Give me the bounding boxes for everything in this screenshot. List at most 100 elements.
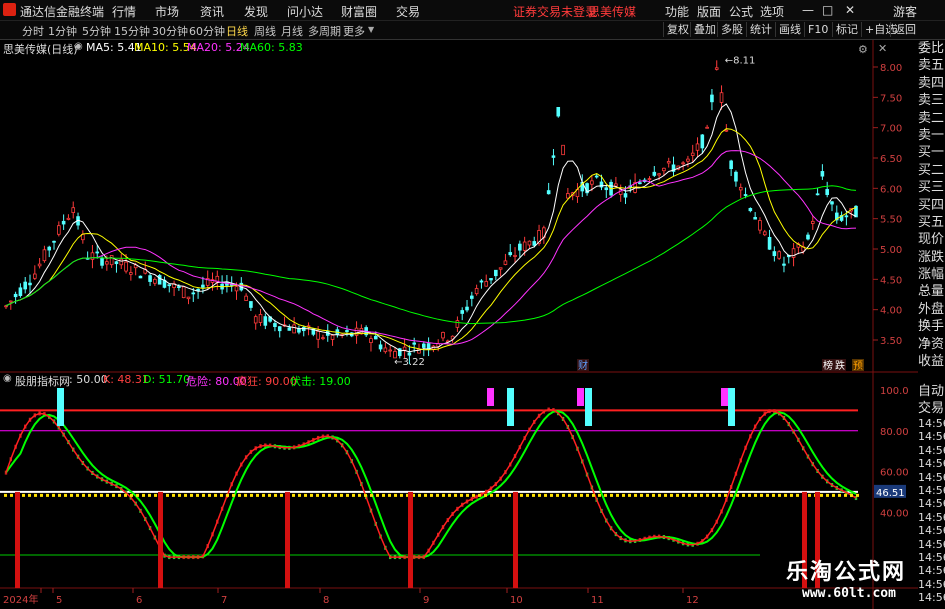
band-dot xyxy=(154,493,157,497)
side-lower-item-2[interactable]: 14:56 xyxy=(918,417,945,430)
tab-monthly[interactable]: 月线 xyxy=(281,23,303,39)
btn-duogu[interactable]: 多股 xyxy=(717,22,746,37)
tab-daily[interactable]: 日线 xyxy=(226,23,248,39)
side-lower-item-0[interactable]: 自动 xyxy=(918,383,945,400)
side-label-2[interactable]: 卖四 xyxy=(918,75,945,92)
side-label-15[interactable]: 外盘 xyxy=(918,301,945,318)
band-dot xyxy=(70,493,73,497)
ma10-line xyxy=(5,128,857,351)
tab-15min[interactable]: 15分钟 xyxy=(114,23,150,39)
side-label-16[interactable]: 换手 xyxy=(918,318,945,335)
side-lower-item-3[interactable]: 14:56 xyxy=(918,430,945,443)
event-mark-bang[interactable]: 榜 xyxy=(823,359,833,372)
login-notice[interactable]: 证券交易未登录 xyxy=(513,3,597,20)
menu-jiaoyi[interactable]: 交易 xyxy=(396,3,420,20)
settings-icon[interactable]: ◉ xyxy=(74,41,83,52)
event-mark-cai[interactable]: 财 xyxy=(578,359,588,372)
side-label-5[interactable]: 卖一 xyxy=(918,127,945,144)
menu-shichang[interactable]: 市场 xyxy=(155,3,179,20)
kline-chart[interactable]: 8.00 7.50 7.00 6.50 6.00 5.50 5.00 4.50 4.00 3.50… xyxy=(0,40,918,609)
btn-fuquan[interactable]: 复权 xyxy=(663,22,692,37)
btn-back[interactable]: 返回 xyxy=(890,22,919,37)
indicator-settings-icon[interactable]: ◉ xyxy=(3,373,12,384)
side-label-3[interactable]: 卖三 xyxy=(918,92,945,109)
btn-huaxian[interactable]: 画线 xyxy=(775,22,804,37)
menu-caifuquan[interactable]: 财富圈 xyxy=(341,3,377,20)
tab-30min[interactable]: 30分钟 xyxy=(152,23,188,39)
candle-body xyxy=(124,261,128,272)
side-label-9[interactable]: 买四 xyxy=(918,197,945,214)
tab-multi-period[interactable]: 多周期 xyxy=(308,23,341,39)
candle-body xyxy=(4,305,8,308)
candle-body xyxy=(100,257,104,266)
event-mark-die[interactable]: 跌 xyxy=(835,359,845,372)
close-icon[interactable]: ✕ xyxy=(845,3,855,17)
menu-faxian[interactable]: 发现 xyxy=(244,3,268,20)
minimize-icon[interactable]: — xyxy=(802,3,814,17)
band-dot xyxy=(598,493,601,497)
chart-close-icon[interactable]: ✕ xyxy=(878,42,887,55)
menu-hangqing[interactable]: 行情 xyxy=(112,3,136,20)
band-dot xyxy=(400,493,403,497)
menu-banmian[interactable]: 版面 xyxy=(697,3,721,20)
menu-gongshi[interactable]: 公式 xyxy=(729,3,753,20)
tab-5min[interactable]: 5分钟 xyxy=(82,23,111,39)
side-label-18[interactable]: 收益 xyxy=(918,353,945,370)
btn-biaoji[interactable]: 标记 xyxy=(832,22,861,37)
side-lower-item-8[interactable]: 14:56 xyxy=(918,497,945,510)
menu-xuanxiang[interactable]: 选项 xyxy=(760,3,784,20)
band-dot xyxy=(442,493,445,497)
chart-settings-icon[interactable]: ⚙ xyxy=(858,43,868,56)
band-dot xyxy=(394,493,397,497)
candle-body xyxy=(369,338,373,343)
side-lower-item-11[interactable]: 14:56 xyxy=(918,538,945,551)
side-lower-item-5[interactable]: 14:56 xyxy=(918,457,945,470)
side-lower-item-6[interactable]: 14:56 xyxy=(918,471,945,484)
guest-label[interactable]: 游客 xyxy=(893,3,917,20)
candle-body xyxy=(700,134,705,149)
side-label-17[interactable]: 净资 xyxy=(918,336,945,353)
candle-body xyxy=(455,320,460,328)
side-label-1[interactable]: 卖五 xyxy=(918,57,945,74)
btn-f10[interactable]: F10 xyxy=(804,22,831,37)
side-label-4[interactable]: 卖二 xyxy=(918,110,945,127)
band-dot xyxy=(670,493,673,497)
tab-1min[interactable]: 1分钟 xyxy=(48,23,77,39)
side-label-13[interactable]: 涨幅 xyxy=(918,266,945,283)
tab-more[interactable]: 更多 xyxy=(343,23,365,39)
side-label-12[interactable]: 涨跌 xyxy=(918,249,945,266)
band-dot xyxy=(688,493,691,497)
side-lower-item-9[interactable]: 14:56 xyxy=(918,511,945,524)
maximize-icon[interactable]: □ xyxy=(822,3,833,17)
menu-wenxiaoda[interactable]: 问小达 xyxy=(287,3,323,20)
candle-body xyxy=(321,337,325,340)
side-lower-item-1[interactable]: 交易 xyxy=(918,400,945,417)
side-label-8[interactable]: 买三 xyxy=(918,179,945,196)
band-dot xyxy=(526,493,529,497)
side-label-11[interactable]: 现价 xyxy=(918,231,945,248)
side-label-14[interactable]: 总量 xyxy=(918,283,945,300)
side-label-7[interactable]: 买二 xyxy=(918,162,945,179)
side-lower-item-7[interactable]: 14:56 xyxy=(918,484,945,497)
tab-weekly[interactable]: 周线 xyxy=(254,23,276,39)
menu-zixun[interactable]: 资讯 xyxy=(200,3,224,20)
candle-body xyxy=(825,189,829,195)
menu-gongneng[interactable]: 功能 xyxy=(665,3,689,20)
btn-diejia[interactable]: 叠加 xyxy=(690,22,719,37)
more-dropdown-icon[interactable]: ▼ xyxy=(368,25,374,34)
side-label-6[interactable]: 买一 xyxy=(918,144,945,161)
candle-body xyxy=(777,251,781,259)
tab-60min[interactable]: 60分钟 xyxy=(189,23,225,39)
side-lower-item-10[interactable]: 14:56 xyxy=(918,524,945,537)
indicator-ambush: 伏击: 19.00 xyxy=(290,375,351,388)
side-label-10[interactable]: 买五 xyxy=(918,214,945,231)
candle-body xyxy=(705,126,709,129)
side-label-0[interactable]: 委比 xyxy=(918,40,945,57)
tab-fenshi[interactable]: 分时 xyxy=(22,23,44,39)
price-tick-label: 4.00 xyxy=(880,306,902,317)
btn-tongji[interactable]: 统计 xyxy=(746,22,775,37)
candle-body xyxy=(489,278,493,281)
band-dot xyxy=(28,493,31,497)
side-lower-item-4[interactable]: 14:56 xyxy=(918,444,945,457)
event-mark-yu[interactable]: 预 xyxy=(853,360,863,372)
